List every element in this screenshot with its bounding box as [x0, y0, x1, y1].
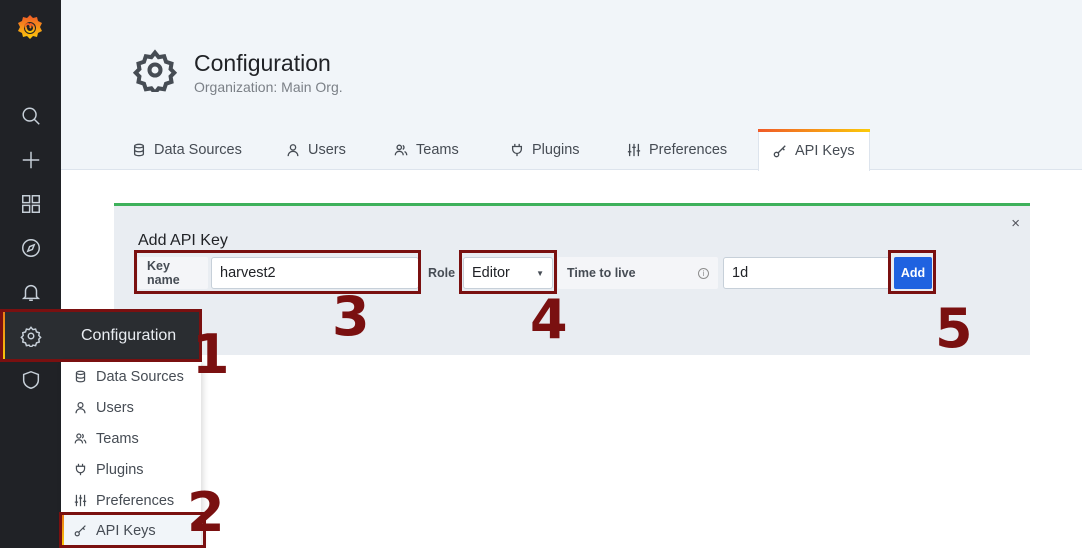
tab-api-keys[interactable]: API Keys	[758, 129, 870, 171]
configuration-flyout: Data Sources Users Teams Plugins Prefere…	[61, 361, 201, 548]
flyout-item-data-sources[interactable]: Data Sources	[61, 361, 201, 392]
add-api-key-panel: × Add API Key Key name harvest2 Role Edi…	[114, 203, 1030, 355]
gear-icon	[133, 49, 177, 92]
flyout-item-label: Teams	[96, 430, 139, 447]
tab-label: Preferences	[649, 141, 728, 158]
flyout-item-teams[interactable]: Teams	[61, 423, 201, 454]
role-select[interactable]: Editor ▼	[463, 257, 553, 289]
plug-icon	[75, 463, 86, 476]
sidebar	[0, 0, 61, 548]
annotation-number-1: 1	[192, 323, 230, 386]
key-name-label: Key name	[138, 257, 208, 289]
page-subtitle: Organization: Main Org.	[194, 79, 343, 95]
tab-label: API Keys	[795, 142, 855, 159]
tab-teams[interactable]: Teams	[394, 129, 459, 170]
panel-title: Add API Key	[138, 232, 228, 249]
key-icon	[773, 144, 786, 157]
key-name-input[interactable]: harvest2	[211, 257, 419, 289]
tab-label: Users	[308, 141, 346, 158]
tab-data-sources[interactable]: Data Sources	[132, 129, 242, 170]
annotation-number-4: 4	[530, 288, 568, 351]
flyout-item-label: Users	[96, 399, 134, 416]
shield-icon[interactable]	[18, 367, 44, 393]
flyout-item-users[interactable]: Users	[61, 392, 201, 423]
grafana-logo-icon[interactable]	[14, 12, 46, 44]
dashboards-icon[interactable]	[18, 191, 44, 217]
explore-compass-icon[interactable]	[18, 235, 44, 261]
flyout-header[interactable]: Configuration	[61, 310, 201, 361]
role-value: Editor	[472, 265, 510, 281]
flyout-item-plugins[interactable]: Plugins	[61, 454, 201, 485]
database-icon	[75, 370, 86, 383]
sliders-icon	[627, 143, 641, 156]
ttl-input[interactable]: 1d	[723, 257, 891, 289]
flyout-item-label: Plugins	[96, 461, 144, 478]
info-icon[interactable]: i	[698, 267, 709, 279]
annotation-number-2: 2	[187, 481, 225, 544]
page-title: Configuration	[194, 50, 331, 76]
role-label: Role	[428, 266, 456, 280]
bell-icon[interactable]	[18, 279, 44, 305]
flyout-item-label: API Keys	[96, 522, 156, 539]
sliders-icon	[74, 494, 87, 507]
users-icon	[74, 433, 87, 444]
database-icon	[133, 143, 145, 156]
caret-down-icon: ▼	[536, 268, 544, 278]
users-icon	[394, 144, 408, 155]
key-icon	[74, 525, 86, 537]
flyout-item-label: Data Sources	[96, 368, 184, 385]
flyout-item-preferences[interactable]: Preferences	[61, 485, 201, 516]
gear-icon[interactable]	[18, 323, 44, 349]
plug-icon	[511, 143, 523, 156]
user-icon	[287, 143, 299, 156]
user-icon	[75, 402, 86, 414]
close-icon[interactable]: ×	[1011, 215, 1020, 232]
tab-label: Plugins	[532, 141, 580, 158]
plus-icon[interactable]	[18, 147, 44, 173]
add-button[interactable]: Add	[894, 257, 932, 289]
tab-plugins[interactable]: Plugins	[510, 129, 580, 170]
annotation-number-3: 3	[332, 285, 370, 348]
flyout-item-api-keys[interactable]: API Keys	[61, 515, 201, 546]
tab-label: Data Sources	[154, 141, 242, 158]
tab-preferences[interactable]: Preferences	[627, 129, 727, 170]
tab-label: Teams	[416, 141, 459, 158]
annotation-number-5: 5	[935, 297, 973, 360]
ttl-label: Time to live	[567, 266, 636, 280]
flyout-item-label: Preferences	[96, 492, 175, 509]
search-icon[interactable]	[18, 103, 44, 129]
tab-users[interactable]: Users	[286, 129, 346, 170]
ttl-label-box: Time to live i	[558, 257, 718, 289]
